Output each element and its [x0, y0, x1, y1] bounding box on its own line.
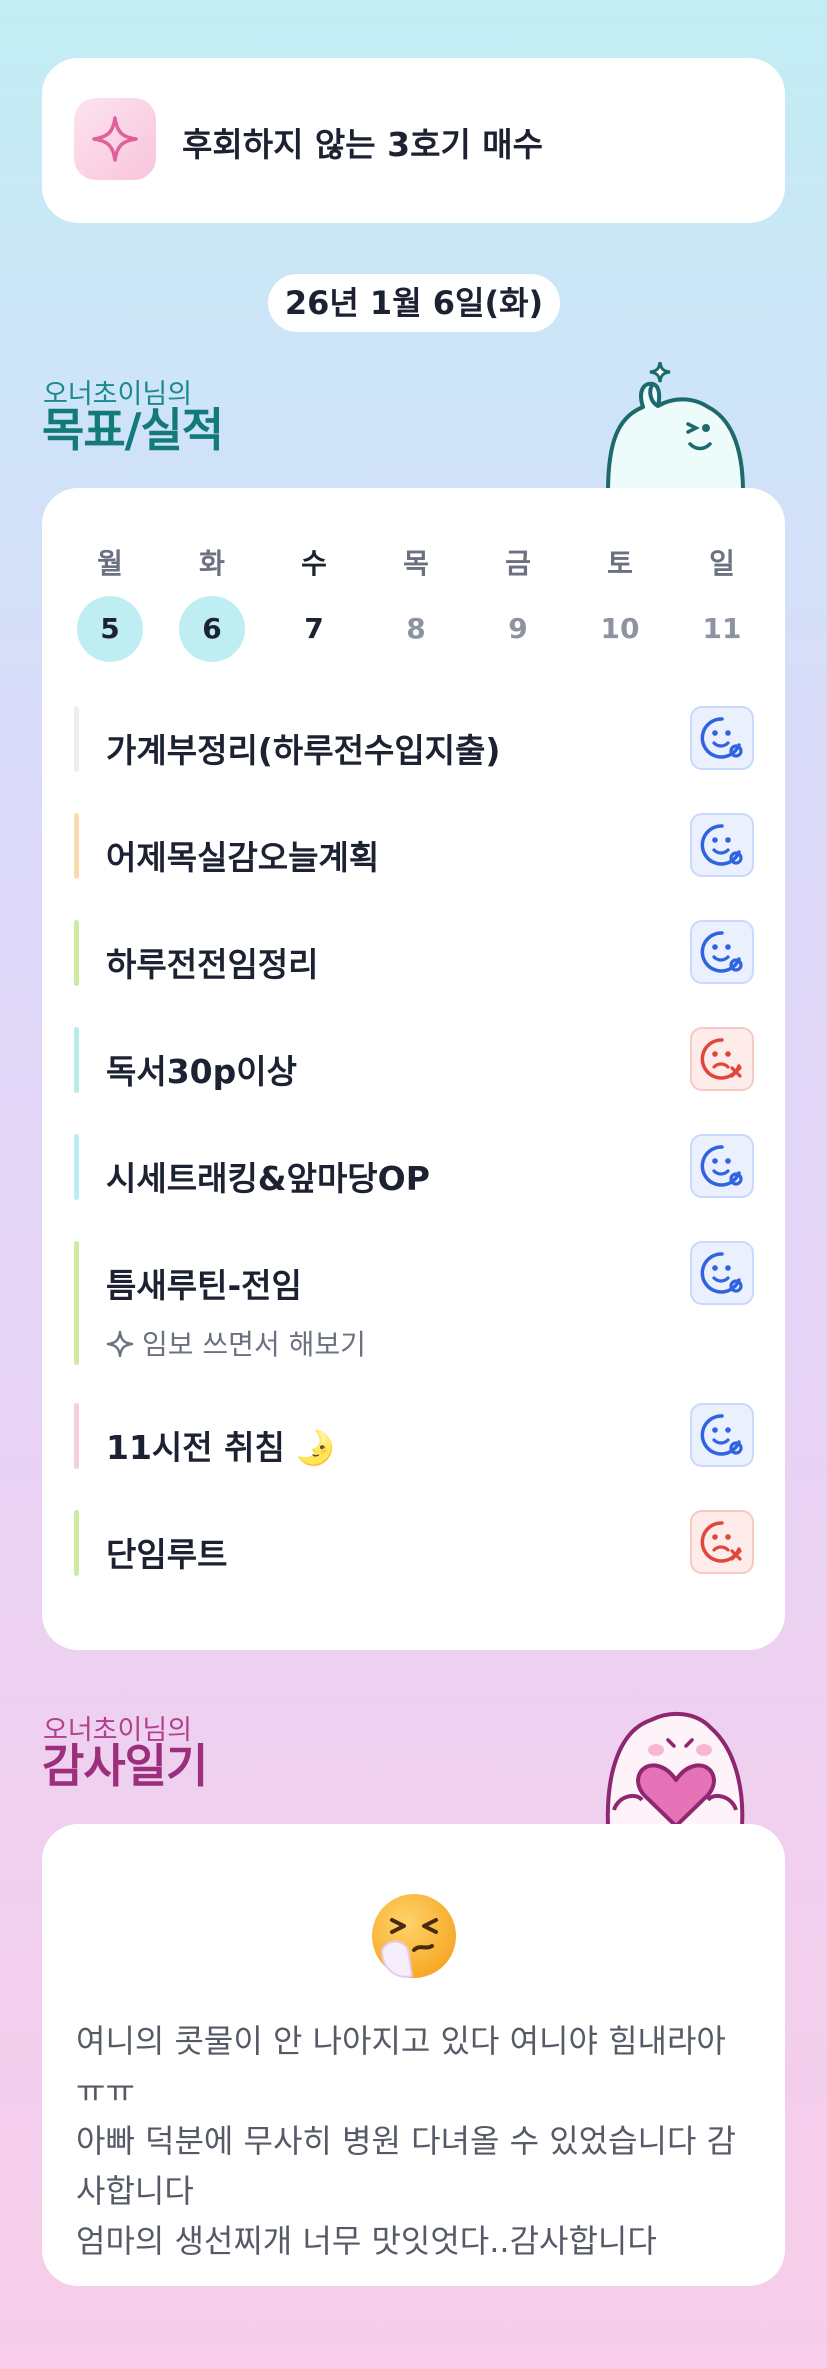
task-name-text: 가계부정리(하루전수입지출) — [106, 731, 501, 770]
day-number[interactable]: 10 — [587, 596, 653, 662]
status-smile-icon[interactable] — [690, 706, 754, 770]
goal-text: 후회하지 않는 3호기 매수 — [182, 125, 544, 164]
status-smile-icon[interactable] — [690, 813, 754, 877]
day-number[interactable]: 9 — [485, 596, 551, 662]
mascot-heart-icon — [596, 1700, 756, 1830]
task-name: 틈새루틴-전임 — [106, 1259, 302, 1307]
task-name-text: 틈새루틴-전임 — [106, 1266, 302, 1305]
day-label: 금 — [505, 547, 531, 580]
status-sad-icon[interactable] — [690, 1027, 754, 1091]
task-name-text: 어제목실감오늘계획 — [106, 838, 380, 877]
status-smile-icon[interactable] — [690, 920, 754, 984]
day-number[interactable]: 6 — [179, 596, 245, 662]
task-name-text: 단임루트 — [106, 1535, 228, 1574]
goals-section-title: 목표/실적 — [42, 403, 224, 457]
thanks-line: 여니의 콧물이 안 나아지고 있다 여니야 힘내라아 — [76, 2022, 726, 2060]
task-row[interactable]: 시세트래킹&앞마당OP — [74, 1134, 754, 1200]
day-number[interactable]: 5 — [77, 596, 143, 662]
day-number[interactable]: 7 — [281, 596, 347, 662]
task-color-bar — [74, 813, 79, 879]
task-name-text: 하루전전임정리 — [106, 945, 319, 984]
day-label: 월 — [97, 547, 123, 580]
goals-card: 월 5 화 6 수 7 목 8 금 9 토 10 일 11 가계부정리(하루전수입지출) 어제목실감오늘계획… — [42, 488, 785, 1650]
task-color-bar — [74, 1241, 79, 1365]
thanks-section-title: 감사일기 — [42, 1739, 208, 1793]
day-label: 일 — [709, 547, 735, 580]
mascot-thumbs-up-icon — [598, 361, 758, 496]
day-number[interactable]: 8 — [383, 596, 449, 662]
day-number[interactable]: 11 — [689, 596, 755, 662]
task-name: 단임루트 — [106, 1528, 227, 1576]
day-label: 화 — [199, 547, 225, 580]
day-label: 수 — [301, 547, 327, 580]
task-row[interactable]: 독서30p이상 — [74, 1027, 754, 1093]
thanks-card: 여니의 콧물이 안 나아지고 있다 여니야 힘내라아 ㅠㅠ 아빠 덕분에 무사히 병… — [42, 1824, 785, 2286]
day-label: 목 — [403, 547, 429, 580]
task-color-bar — [74, 1134, 79, 1200]
task-color-bar — [74, 1510, 79, 1576]
sneezing-face-icon — [368, 1890, 460, 1986]
task-row[interactable]: 11시전 취침 🌛 — [74, 1403, 754, 1469]
task-color-bar — [74, 920, 79, 986]
task-row[interactable]: 가계부정리(하루전수입지출) — [74, 706, 754, 772]
task-name-text: 독서30p이상 — [106, 1052, 297, 1091]
task-note: 임보 쓰면서 해보기 — [106, 1323, 366, 1365]
task-name: 가계부정리(하루전수입지출) — [106, 724, 500, 772]
status-smile-icon[interactable] — [690, 1403, 754, 1467]
thanks-line: ㅠㅠ — [76, 2072, 135, 2110]
day-label: 토 — [607, 547, 633, 580]
task-name-text: 시세트래킹&앞마당OP — [106, 1159, 430, 1198]
goal-card[interactable]: 후회하지 않는 3호기 매수 — [42, 58, 785, 223]
task-color-bar — [74, 706, 79, 772]
task-name: 독서30p이상 — [106, 1045, 297, 1093]
task-note-text: 임보 쓰면서 해보기 — [142, 1328, 366, 1361]
moon-icon: 🌛 — [294, 1428, 336, 1467]
task-name-text: 11시전 취침 — [106, 1428, 285, 1467]
task-color-bar — [74, 1403, 79, 1469]
sparkle-icon — [74, 98, 156, 180]
thanks-line: 아빠 덕분에 무사히 병원 다녀올 수 있었습니다 감 — [76, 2122, 737, 2160]
task-name: 하루전전임정리 — [106, 938, 319, 986]
task-name: 11시전 취침 🌛 — [106, 1421, 336, 1469]
status-smile-icon[interactable] — [690, 1134, 754, 1198]
task-color-bar — [74, 1027, 79, 1093]
task-row[interactable]: 단임루트 — [74, 1510, 754, 1576]
task-row[interactable]: 하루전전임정리 — [74, 920, 754, 986]
task-row[interactable]: 어제목실감오늘계획 — [74, 813, 754, 879]
thanks-line: 사합니다 — [76, 2172, 194, 2210]
task-name: 시세트래킹&앞마당OP — [106, 1152, 430, 1200]
status-smile-icon[interactable] — [690, 1241, 754, 1305]
sparkle-icon — [106, 1330, 134, 1365]
status-sad-icon[interactable] — [690, 1510, 754, 1574]
task-name: 어제목실감오늘계획 — [106, 831, 379, 879]
task-row[interactable]: 틈새루틴-전임임보 쓰면서 해보기 — [74, 1241, 754, 1365]
thanks-line: 엄마의 생선찌개 너무 맛잇엇다..감사합니다 — [76, 2222, 657, 2260]
date-pill[interactable]: 26년 1월 6일(화) — [268, 274, 560, 332]
